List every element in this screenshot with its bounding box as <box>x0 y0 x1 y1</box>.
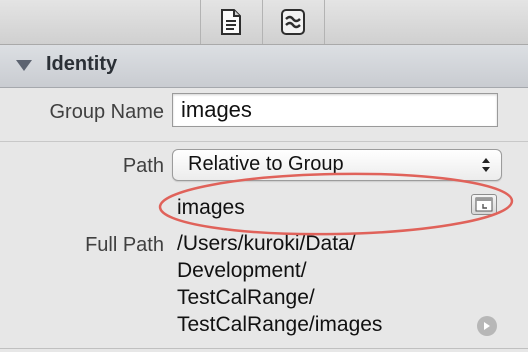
annotation-ellipse <box>158 172 514 236</box>
